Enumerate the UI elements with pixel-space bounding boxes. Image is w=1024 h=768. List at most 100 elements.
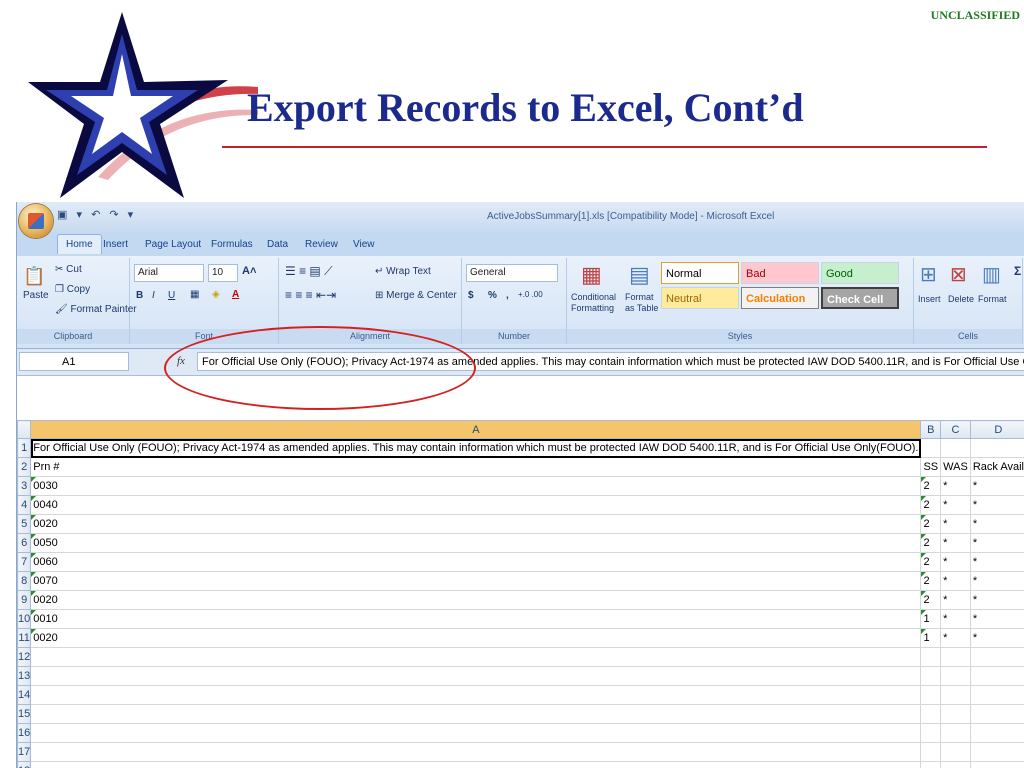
align-top-icon[interactable]: ☰ ≡ ▤ ⟋ [285,264,333,279]
style-good[interactable]: Good [821,262,899,284]
row-header[interactable]: 9 [17,590,32,610]
row-header[interactable]: 18 [17,761,32,768]
number-format-select[interactable]: General [466,264,558,282]
cell[interactable] [969,666,1024,686]
delete-button[interactable]: Delete [948,294,974,304]
cell[interactable]: * [969,628,1024,648]
cell[interactable]: * [969,476,1024,496]
cell[interactable]: * [940,590,971,610]
cell[interactable] [30,742,922,762]
cell[interactable] [30,761,922,768]
save-icon[interactable]: ▣ [57,209,67,221]
cell[interactable] [969,761,1024,768]
cell[interactable] [940,438,971,458]
cell[interactable] [940,704,971,724]
cell[interactable] [30,723,922,743]
row-header[interactable]: 14 [17,685,32,705]
column-header[interactable]: D [969,420,1024,439]
merge-center-button[interactable]: ⊞ Merge & Center [375,290,457,301]
insert-button[interactable]: Insert [918,294,941,304]
cell[interactable]: 0060 [30,552,922,572]
row-header[interactable]: 16 [17,723,32,743]
style-calculation[interactable]: Calculation [741,287,819,309]
cell[interactable]: 2 [920,514,942,534]
cell[interactable]: * [940,514,971,534]
cell[interactable] [30,704,922,724]
row-header[interactable]: 3 [17,476,32,496]
cell[interactable]: * [969,514,1024,534]
cell[interactable]: 0020 [30,590,922,610]
cell[interactable]: * [940,495,971,515]
row-header[interactable]: 2 [17,457,32,477]
format-painter-button[interactable]: 🖌 Format Painter [55,304,137,315]
tab-page-layout[interactable]: Page Layout [145,239,201,250]
cell-a1[interactable]: For Official Use Only (FOUO); Privacy Ac… [30,438,922,458]
cell[interactable] [969,704,1024,724]
format-cells-icon[interactable]: ▥ [982,262,1001,287]
tab-view[interactable]: View [353,239,375,250]
cell[interactable] [920,647,942,667]
cell[interactable]: * [969,571,1024,591]
cell[interactable] [969,438,1024,458]
cell[interactable] [920,723,942,743]
cell[interactable] [969,742,1024,762]
cell[interactable]: 2 [920,476,942,496]
format-as-table-button[interactable]: Format as Table [625,292,665,314]
paste-icon[interactable]: 📋 [23,266,45,287]
cell[interactable] [30,685,922,705]
align-left-icon[interactable]: ≡ ≡ ≡ ⇤⇥ [285,288,336,302]
font-name-select[interactable]: Arial [134,264,204,282]
tab-data[interactable]: Data [267,239,288,250]
cell[interactable]: * [940,628,971,648]
cell[interactable]: 0050 [30,533,922,553]
row-header[interactable]: 4 [17,495,32,515]
select-all-corner[interactable] [17,420,32,439]
cell[interactable]: 2 [920,495,942,515]
cell[interactable]: Rack Avail [969,457,1024,477]
cell[interactable]: 0020 [30,514,922,534]
cell[interactable] [969,647,1024,667]
format-table-icon[interactable]: ▤ [629,262,650,288]
cell[interactable] [920,438,942,458]
grow-font-button[interactable]: A˄ [242,265,256,277]
style-check-cell[interactable]: Check Cell [821,287,899,309]
cell[interactable]: 2 [920,590,942,610]
column-header[interactable]: C [940,420,971,439]
borders-icon[interactable]: ▦ [190,289,199,300]
format-button[interactable]: Format [978,294,1007,304]
fill-color-icon[interactable]: ◈ [212,289,220,300]
cell[interactable] [920,742,942,762]
cell[interactable] [969,685,1024,705]
redo-icon[interactable]: ↷ [109,209,118,221]
comma-button[interactable]: , [506,290,509,301]
cell[interactable]: 2 [920,571,942,591]
percent-button[interactable]: % [488,290,497,301]
cell[interactable]: Prn # [30,457,922,477]
bold-button[interactable]: B [136,290,143,301]
row-header[interactable]: 13 [17,666,32,686]
qat-dropdown-icon[interactable]: ▾ [76,209,82,221]
cell[interactable]: SS [920,457,942,477]
row-header[interactable]: 7 [17,552,32,572]
cell[interactable]: 0030 [30,476,922,496]
column-header[interactable]: B [920,420,942,439]
cell[interactable]: 0020 [30,628,922,648]
cell[interactable]: 0070 [30,571,922,591]
cell[interactable]: 2 [920,533,942,553]
wrap-text-button[interactable]: ↵ Wrap Text [375,266,431,277]
cell[interactable] [920,685,942,705]
row-header[interactable]: 8 [17,571,32,591]
cell[interactable] [940,761,971,768]
cell[interactable] [969,723,1024,743]
cell[interactable]: * [969,590,1024,610]
tab-formulas[interactable]: Formulas [211,239,253,250]
row-header[interactable]: 11 [17,628,32,648]
cell[interactable] [940,685,971,705]
cell[interactable] [30,666,922,686]
cell[interactable]: 1 [920,609,942,629]
cell[interactable]: 2 [920,552,942,572]
delete-cells-icon[interactable]: ⊠ [950,262,967,287]
cut-button[interactable]: ✂ Cut [55,264,82,275]
cell[interactable]: * [940,571,971,591]
cell[interactable] [940,647,971,667]
